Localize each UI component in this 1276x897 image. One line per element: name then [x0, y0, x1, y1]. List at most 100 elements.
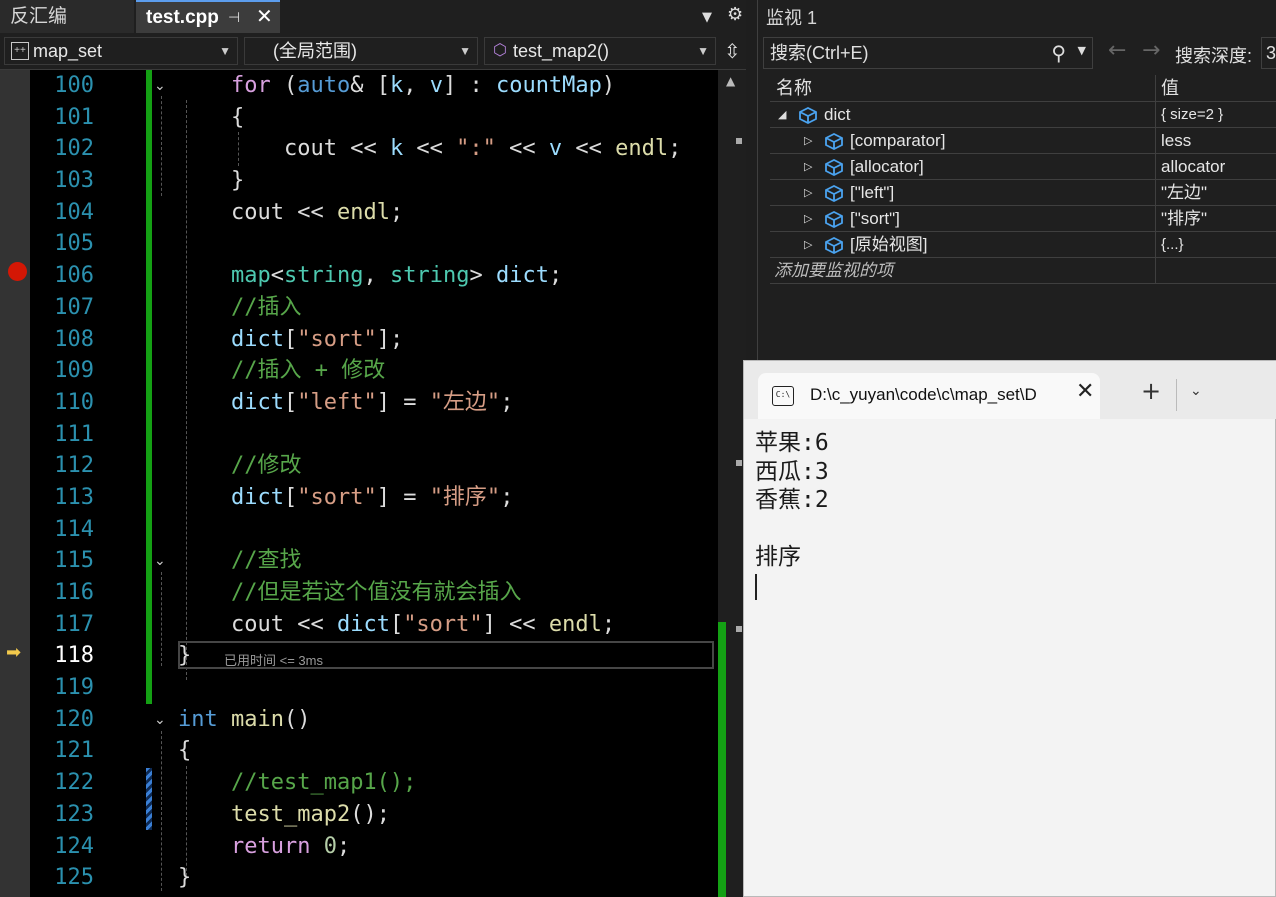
split-editor-icon[interactable]: ⇳ [724, 39, 741, 63]
var-dict: dict [230, 389, 284, 415]
line-number: 106 [54, 263, 94, 289]
new-tab-plus-icon[interactable]: + [1141, 377, 1161, 405]
code-line-110: dict["left"] = "左边"; [230, 389, 514, 415]
perf-tip[interactable]: 已用时间 <= 3ms [224, 650, 323, 669]
pin-tab-icon[interactable]: ⊣ [228, 2, 240, 33]
watch-row-left[interactable]: ▷ ["left"] "左边" [770, 180, 1276, 206]
line-number: 102 [54, 136, 94, 162]
watch-name-cell: ▷ [allocator] [770, 154, 1156, 179]
collapsed-triangle-icon[interactable]: ▷ [804, 180, 812, 206]
code-line-115: //查找 [178, 545, 718, 577]
watch-row-comparator[interactable]: ▷ [comparator] less [770, 128, 1276, 154]
brace: } [178, 865, 192, 891]
scroll-marker [736, 138, 742, 144]
object-cube-icon [825, 158, 843, 176]
keyword-for: for [230, 73, 271, 98]
tab-disassembly[interactable]: 反汇编 [0, 0, 134, 33]
add-watch-item-placeholder[interactable]: 添加要监视的项 [770, 261, 893, 280]
code-line-113: dict["sort"] = "排序"; [230, 484, 514, 510]
string-literal: "左边" [429, 389, 501, 415]
comment: //查找 [230, 548, 302, 574]
tab-test-cpp-label: test.cpp [146, 7, 219, 28]
column-header-name[interactable]: 名称 [770, 75, 1156, 101]
expanded-triangle-icon[interactable]: ◢ [778, 102, 786, 128]
watch-item-name: dict [824, 105, 851, 124]
collapse-icon[interactable]: ⌄ [154, 553, 166, 569]
scope-dropdown[interactable]: (全局范围) ▼ [244, 37, 478, 65]
search-forward-arrow-icon[interactable]: → [1142, 38, 1160, 63]
code-line-112: //修改 [178, 450, 718, 482]
code-line-108: dict["sort"]; [230, 326, 404, 352]
fold-guide [161, 731, 162, 891]
function-dropdown[interactable]: ⬡ test_map2() ▼ [484, 37, 716, 65]
watch-window: 监视 1 ⚲ ▼ ← → 搜索深度: 3 名称 值 ◢ dict { size=… [757, 0, 1276, 360]
chevron-down-icon: ▼ [459, 44, 471, 58]
watch-item-name: ["sort"] [850, 209, 900, 228]
collapse-icon[interactable]: ⌄ [154, 78, 166, 94]
terminal-output[interactable]: 苹果:6 西瓜:3 香蕉:2 排序 [755, 429, 829, 572]
watch-search-input[interactable] [770, 41, 1040, 65]
watch-item-value[interactable]: "排序" [1161, 206, 1207, 232]
tab-list-dropdown-icon[interactable]: ▼ [702, 10, 712, 25]
watch-item-value[interactable]: { size=2 } [1161, 102, 1223, 128]
breakpoint-icon[interactable] [8, 262, 27, 281]
tab-test-cpp[interactable]: test.cpp ⊣ ✕ [136, 0, 280, 33]
scroll-up-icon[interactable]: ▲ [726, 74, 735, 88]
watch-add-item-row[interactable]: 添加要监视的项 [770, 258, 1276, 284]
ident-endl: endl [548, 611, 602, 637]
code-line-107: //插入 [178, 292, 718, 324]
watch-header-row: 名称 值 [770, 75, 1276, 102]
watch-row-dict[interactable]: ◢ dict { size=2 } [770, 102, 1276, 128]
indicator-margin[interactable] [0, 70, 30, 897]
collapsed-triangle-icon[interactable]: ▷ [804, 232, 812, 258]
watch-item-value[interactable]: "左边" [1161, 180, 1207, 206]
line-number: 100 [54, 73, 94, 98]
watch-name-cell: ▷ ["left"] [770, 180, 1156, 205]
collapsed-triangle-icon[interactable]: ▷ [804, 128, 812, 154]
ident-endl: endl [336, 199, 390, 225]
watch-row-raw-view[interactable]: ▷ [原始视图] {...} [770, 232, 1276, 258]
watch-search-box[interactable]: ⚲ ▼ [763, 37, 1093, 69]
line-number: 114 [54, 516, 94, 542]
column-header-value[interactable]: 值 [1161, 75, 1179, 102]
close-icon[interactable]: ✕ [1076, 379, 1094, 404]
code-line-102: cout << k << ":" << v << endl; [283, 136, 682, 162]
string-literal: "left" [297, 389, 377, 415]
line-number: 125 [54, 865, 94, 891]
number-literal: 0 [323, 833, 337, 859]
editor-vertical-scrollbar[interactable]: ▲ [718, 70, 746, 897]
terminal-tab[interactable]: C:\ D:\c_yuyan\code\c\map_set\D ✕ [758, 373, 1100, 419]
watch-item-value[interactable]: less [1161, 128, 1191, 154]
watch-row-sort[interactable]: ▷ ["sort"] "排序" [770, 206, 1276, 232]
watch-item-value[interactable]: allocator [1161, 154, 1225, 180]
line-number: 110 [54, 389, 94, 415]
code-line-106: map<string, string> dict; [230, 263, 563, 289]
line-number: 120 [54, 706, 94, 732]
close-tab-icon[interactable]: ✕ [256, 2, 273, 33]
var-dict: dict [230, 484, 284, 510]
unsaved-changes-bar [146, 768, 152, 830]
line-number: 103 [54, 168, 94, 194]
line-number: 101 [54, 104, 94, 130]
chevron-down-icon[interactable]: ⌄ [1190, 383, 1202, 399]
collapse-icon[interactable]: ⌄ [154, 712, 166, 728]
comment: //插入 [230, 294, 302, 320]
string-literal: "sort" [403, 611, 483, 637]
chevron-down-icon[interactable]: ▼ [1078, 44, 1086, 57]
collapsed-triangle-icon[interactable]: ▷ [804, 206, 812, 232]
gear-icon[interactable]: ⚙ [727, 4, 743, 25]
code-text-area[interactable]: for (auto& [k, v] : countMap) { cout << … [178, 70, 718, 894]
search-icon[interactable]: ⚲ [1051, 41, 1066, 65]
collapsed-triangle-icon[interactable]: ▷ [804, 154, 812, 180]
project-dropdown[interactable]: ++ map_set ▼ [4, 37, 238, 65]
watch-item-value[interactable]: {...} [1161, 232, 1184, 258]
search-depth-field[interactable]: 3 [1261, 37, 1276, 69]
watch-row-allocator[interactable]: ▷ [allocator] allocator [770, 154, 1276, 180]
ident-cout: cout [283, 136, 337, 162]
search-back-arrow-icon[interactable]: ← [1108, 38, 1126, 63]
code-line-103: } [178, 165, 718, 197]
current-statement-arrow-icon: ➡ [6, 642, 22, 663]
